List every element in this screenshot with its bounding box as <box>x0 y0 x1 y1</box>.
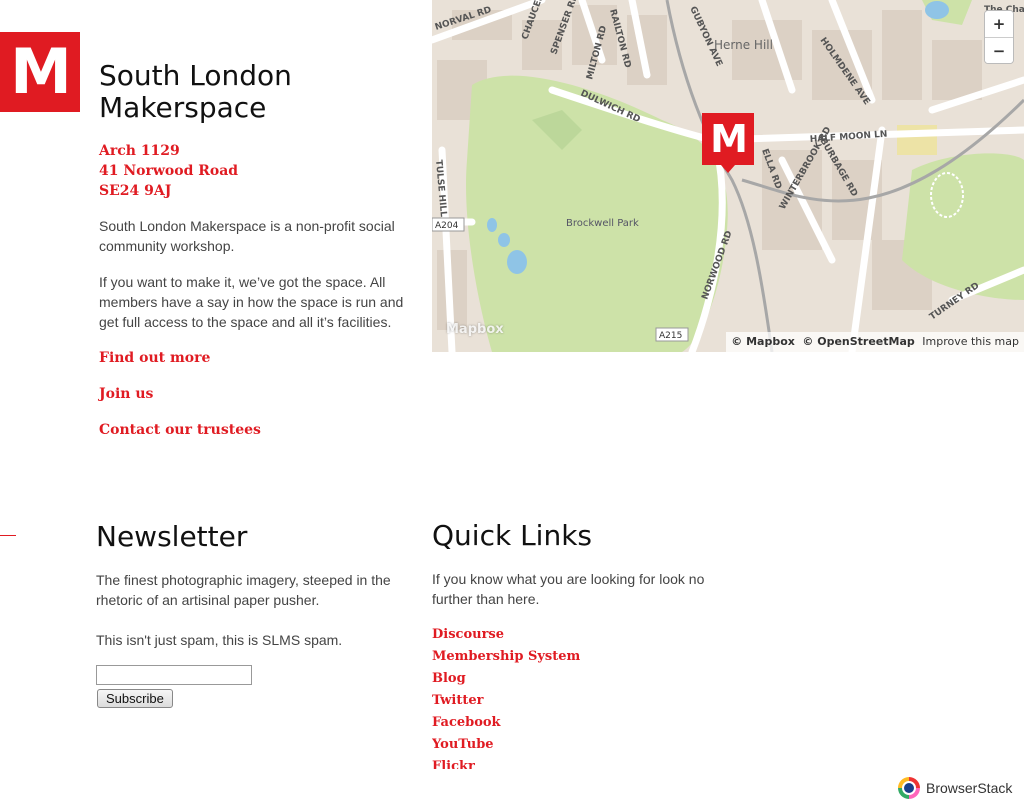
contact-trustees-link[interactable]: Contact our trustees <box>99 420 261 440</box>
join-us-link[interactable]: Join us <box>99 384 261 404</box>
newsletter-text: The finest photographic imagery, steeped… <box>96 572 391 608</box>
quick-links-description: If you know what you are looking for loo… <box>432 571 705 607</box>
address-line: Arch 1129 <box>99 143 180 159</box>
mapbox-attribution-link[interactable]: © Mapbox <box>731 335 795 348</box>
address-line: SE24 9AJ <box>99 183 172 199</box>
intro-paragraph: If you want to make it, we’ve got the sp… <box>99 274 404 330</box>
find-out-more-link[interactable]: Find out more <box>99 348 261 368</box>
makerspace-map-marker[interactable]: M <box>702 113 754 173</box>
osm-attribution-link[interactable]: © OpenStreetMap <box>802 335 914 348</box>
quick-link-membership-system[interactable]: Membership System <box>432 649 580 664</box>
zoom-in-button[interactable]: + <box>985 11 1013 37</box>
newsletter-text: This isn't just spam, this is SLMS spam. <box>96 632 343 648</box>
newsletter-description: The finest photographic imagery, steeped… <box>96 570 416 650</box>
map-attribution: © Mapbox © OpenStreetMap Improve this ma… <box>726 332 1024 352</box>
road-shield: A204 <box>435 221 459 231</box>
quick-link-discourse[interactable]: Discourse <box>432 627 504 642</box>
list-item: Discourse <box>432 624 580 646</box>
list-item: Facebook <box>432 712 580 734</box>
browserstack-logo-icon <box>898 777 920 799</box>
area-label: Herne Hill <box>714 38 773 52</box>
zoom-control: + − <box>984 10 1014 64</box>
subscribe-button[interactable]: Subscribe <box>97 689 173 708</box>
quick-link-flickr[interactable]: Flickr <box>432 759 475 769</box>
site-logo[interactable]: M <box>0 32 80 112</box>
map-tiles: NORVAL RD CHAUCER SPENSER RD MILTON RD R… <box>432 0 1024 352</box>
quick-link-youtube[interactable]: YouTube <box>432 737 494 752</box>
intro-paragraph: South London Makerspace is a non-profit … <box>99 218 395 254</box>
list-item: Twitter <box>432 690 580 712</box>
list-item: Flickr <box>432 756 580 769</box>
newsletter-email-input[interactable] <box>96 665 252 685</box>
improve-map-link[interactable]: Improve this map <box>922 335 1019 348</box>
address: Arch 1129 41 Norwood Road SE24 9AJ <box>99 141 238 201</box>
intro-text: South London Makerspace is a non-profit … <box>99 216 414 348</box>
site-title: South London Makerspace <box>99 59 292 124</box>
quick-link-twitter[interactable]: Twitter <box>432 693 484 708</box>
location-map[interactable]: NORVAL RD CHAUCER SPENSER RD MILTON RD R… <box>432 0 1024 352</box>
quick-links-title: Quick Links <box>432 519 593 552</box>
newsletter-title: Newsletter <box>96 520 248 553</box>
list-item: YouTube <box>432 734 580 756</box>
quick-links-list: Discourse Membership System Blog Twitter… <box>432 624 580 769</box>
logo-glyph: M <box>10 35 72 108</box>
quick-link-blog[interactable]: Blog <box>432 671 466 686</box>
address-line: 41 Norwood Road <box>99 163 239 179</box>
browserstack-label: BrowserStack <box>926 780 1013 796</box>
park-label: Brockwell Park <box>566 218 639 229</box>
road-shield: A215 <box>659 331 682 341</box>
marker-glyph: M <box>710 117 748 161</box>
list-item: Blog <box>432 668 580 690</box>
zoom-out-button[interactable]: − <box>985 37 1013 63</box>
quick-link-facebook[interactable]: Facebook <box>432 715 501 730</box>
browserstack-badge: BrowserStack <box>898 776 1012 800</box>
side-divider <box>0 535 16 536</box>
list-item: Membership System <box>432 646 580 668</box>
main-links: Find out more Join us Contact our truste… <box>99 348 261 456</box>
mapbox-wordmark[interactable]: Mapbox <box>446 322 504 337</box>
